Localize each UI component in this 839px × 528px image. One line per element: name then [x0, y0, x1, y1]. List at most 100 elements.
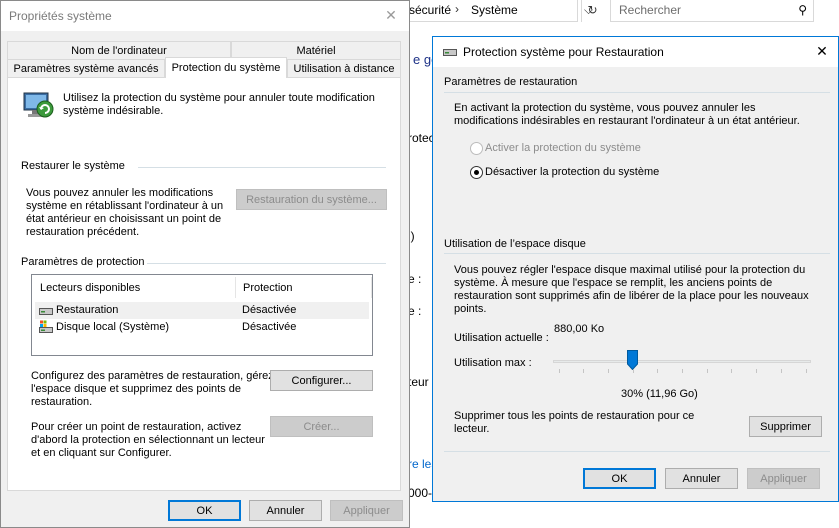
system-properties-window: Propriétés système ✕ Nom de l'ordinateur… — [0, 0, 410, 528]
drive-row-local-disk[interactable]: Disque local (Système) Désactivée — [35, 319, 369, 336]
max-usage-label: Utilisation max : — [454, 357, 532, 369]
slider-tick — [805, 369, 807, 373]
restore-text: Vous pouvez annuler les modifications sy… — [26, 187, 223, 239]
close-icon[interactable]: ✕ — [810, 40, 834, 62]
restore-settings-line: modifications indésirables en restaurant… — [454, 115, 800, 127]
delete-points-line: lecteur. — [454, 423, 490, 435]
ok-button[interactable]: OK — [168, 500, 241, 521]
enable-protection-radio[interactable] — [470, 142, 483, 155]
slider-value-text: 30% (11,96 Go) — [621, 388, 698, 400]
configure-text-line: restauration. — [31, 396, 93, 408]
create-text: Pour créer un point de restauration, act… — [31, 421, 265, 460]
cancel-button[interactable]: Annuler — [249, 500, 322, 521]
restore-settings-label: Paramètres de restauration — [444, 76, 578, 88]
delete-points-line: Supprimer tous les points de restauratio… — [454, 410, 695, 422]
tab-label: Paramètres système avancés — [13, 63, 159, 75]
drive-icon — [443, 49, 457, 56]
protection-group-label: Paramètres de protection — [21, 256, 145, 268]
configure-text-line: Configurez des paramètres de restauratio… — [31, 370, 274, 382]
configure-text: Configurez des paramètres de restauratio… — [31, 370, 274, 409]
slider-tick — [583, 369, 585, 373]
tab-label: Utilisation à distance — [293, 63, 395, 75]
apply-button[interactable]: Appliquer — [330, 500, 403, 521]
disk-usage-label: Utilisation de l’espace disque — [444, 238, 586, 250]
column-separator — [371, 277, 372, 298]
title-bar[interactable]: Protection système pour Restauration ✕ — [433, 37, 838, 67]
slider-tick — [780, 369, 782, 373]
slider-tick — [682, 369, 683, 373]
drive-name: Restauration — [56, 304, 119, 316]
drive-row-restauration[interactable]: Restauration Désactivée — [35, 302, 369, 319]
max-usage-slider[interactable] — [553, 350, 811, 380]
intro-text: Utilisez la protection du système pour a… — [63, 92, 375, 118]
explorer-fragment: 000- — [408, 486, 433, 500]
column-header-drives[interactable]: Lecteurs disponibles — [40, 282, 140, 294]
tab-label: Matériel — [296, 45, 336, 57]
ok-button[interactable]: OK — [583, 468, 656, 489]
column-header-protection[interactable]: Protection — [243, 282, 293, 294]
drive-status: Désactivée — [242, 321, 297, 333]
slider-tick — [706, 369, 708, 373]
tab-remote[interactable]: Utilisation à distance — [287, 59, 401, 78]
group-divider — [444, 253, 830, 254]
close-icon[interactable]: ✕ — [379, 4, 403, 26]
search-input[interactable]: Rechercher — [619, 3, 681, 17]
address-bar[interactable]: sécurité › Système — [405, 0, 577, 22]
slider-track[interactable] — [553, 360, 811, 363]
create-text-line: Pour créer un point de restauration, act… — [31, 421, 242, 433]
explorer-fragment: e : — [408, 272, 422, 286]
delete-button[interactable]: Supprimer — [749, 416, 822, 437]
restore-settings-text: En activant la protection du système, vo… — [454, 102, 800, 128]
slider-thumb[interactable] — [627, 350, 639, 370]
create-text-line: d'abord la protection en sélectionnant u… — [31, 434, 265, 446]
column-separator — [235, 277, 236, 298]
slider-tick — [731, 369, 733, 373]
configure-button[interactable]: Configurer... — [270, 370, 373, 391]
radio-dot — [474, 170, 479, 175]
slider-tick — [632, 369, 634, 373]
tab-panel: Utilisez la protection du système pour a… — [7, 77, 401, 491]
restore-text-line: système en rétablissant l'ordinateur à u… — [26, 200, 224, 212]
tab-label: Protection du système — [171, 62, 281, 74]
title-bar[interactable]: Propriétés système ✕ — [1, 1, 409, 31]
slider-tick — [756, 369, 758, 373]
dialog-body: Paramètres de restauration En activant l… — [433, 67, 838, 501]
system-drive-icon — [39, 320, 53, 333]
current-usage-label: Utilisation actuelle : — [454, 332, 549, 344]
search-icon[interactable]: ⚲ — [798, 3, 807, 17]
breadcrumb-security[interactable]: sécurité — [409, 3, 451, 17]
create-text-line: et en cliquant sur Configurer. — [31, 447, 172, 459]
configure-text-line: l'espace disque et supprimez des points … — [31, 383, 242, 395]
tab-system-protection[interactable]: Protection du système — [165, 57, 287, 78]
cancel-button[interactable]: Annuler — [665, 468, 738, 489]
create-button[interactable]: Créer... — [270, 416, 373, 437]
disable-protection-label[interactable]: Désactiver la protection du système — [485, 166, 659, 179]
tab-advanced[interactable]: Paramètres système avancés — [7, 59, 165, 78]
drive-icon — [39, 308, 53, 315]
explorer-fragment: rotec — [408, 131, 435, 145]
drives-list[interactable]: Lecteurs disponibles Protection Restaura… — [31, 274, 373, 356]
restore-text-line: restauration précédent. — [26, 226, 140, 238]
intro-line: système indésirable. — [63, 105, 164, 117]
tab-label: Nom de l'ordinateur — [71, 45, 167, 57]
restore-text-line: Vous pouvez annuler les modifications — [26, 187, 214, 199]
refresh-icon[interactable]: ↻ — [581, 0, 603, 22]
restore-text-line: état antérieur en choisissant un point d… — [26, 213, 222, 225]
breadcrumb-separator-icon: › — [455, 2, 459, 16]
group-divider — [444, 92, 830, 93]
window-title: Propriétés système — [9, 9, 112, 23]
slider-tick — [607, 369, 609, 373]
search-box[interactable]: Rechercher ⚲ — [610, 0, 814, 22]
slider-tick — [558, 369, 560, 373]
breadcrumb-system[interactable]: Système — [471, 3, 518, 17]
intro-line: Utilisez la protection du système pour a… — [63, 92, 375, 104]
system-restore-button[interactable]: Restauration du système... — [236, 189, 387, 210]
restore-settings-line: En activant la protection du système, vo… — [454, 102, 756, 114]
disk-usage-line: Vous pouvez régler l'espace disque maxim… — [454, 264, 806, 276]
group-divider — [444, 451, 830, 452]
disk-usage-text: Vous pouvez régler l'espace disque maxim… — [454, 264, 809, 316]
drive-name: Disque local (Système) — [56, 321, 170, 333]
disable-protection-radio[interactable] — [470, 166, 483, 179]
enable-protection-label[interactable]: Activer la protection du système — [485, 142, 641, 155]
apply-button[interactable]: Appliquer — [747, 468, 820, 489]
